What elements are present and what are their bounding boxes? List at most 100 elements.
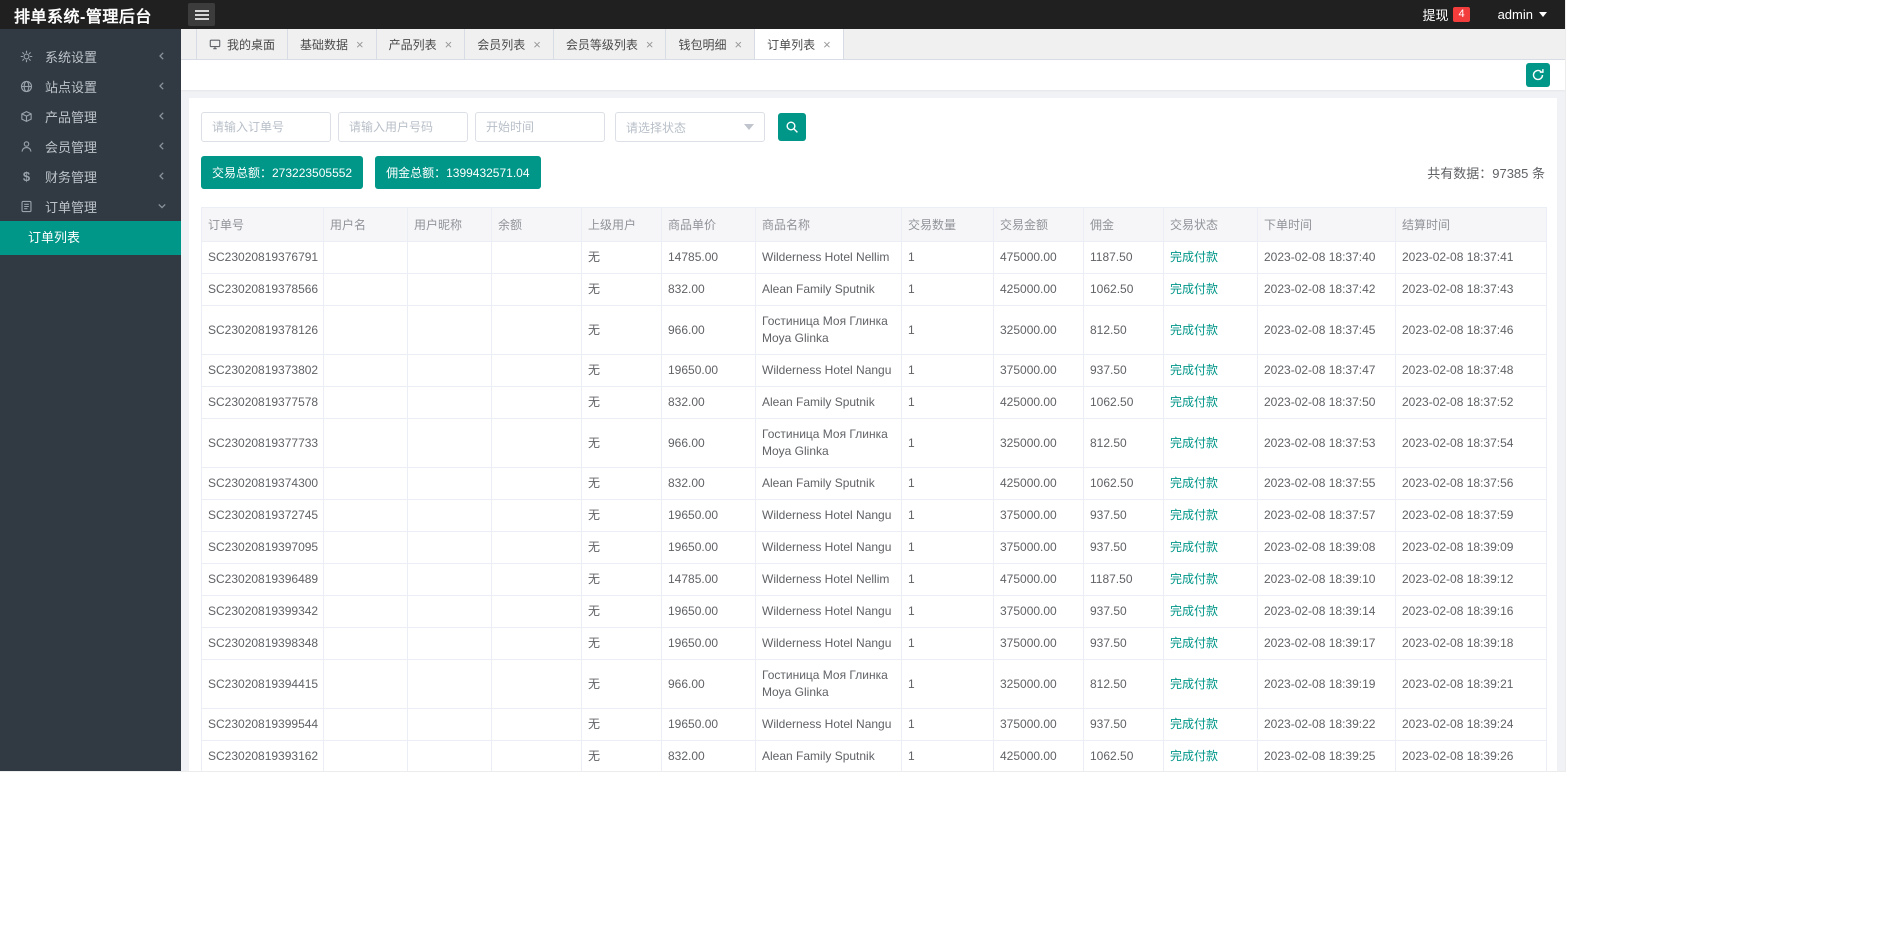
close-icon[interactable]: × — [823, 38, 831, 51]
cell: 无 — [581, 386, 662, 419]
cell: 1062.50 — [1083, 386, 1164, 419]
cell — [491, 418, 582, 468]
cell: 1 — [901, 241, 994, 274]
user-menu[interactable]: admin — [1498, 7, 1547, 22]
sidebar-item[interactable]: 产品管理 — [0, 101, 181, 131]
sidebar-item[interactable]: $ 财务管理 — [0, 161, 181, 191]
menu-toggle-button[interactable] — [188, 3, 215, 26]
status-select[interactable]: 请选择状态 — [615, 112, 765, 142]
cell: 完成付款 — [1163, 241, 1258, 274]
cell — [407, 418, 492, 468]
cell — [323, 659, 408, 709]
close-icon[interactable]: × — [734, 38, 742, 51]
order-number-input[interactable] — [201, 112, 331, 142]
withdraw-link[interactable]: 提现 4 — [1422, 5, 1470, 24]
tab-label: 产品列表 — [388, 37, 437, 52]
search-icon — [785, 120, 799, 134]
user-number-input[interactable] — [338, 112, 468, 142]
cell: Alean Family Sputnik — [755, 467, 902, 500]
refresh-button[interactable] — [1526, 63, 1550, 87]
cell: 2023-02-08 18:39:08 — [1257, 531, 1396, 564]
cell: 无 — [581, 354, 662, 387]
sidebar-subitem[interactable]: 订单列表 — [0, 221, 181, 255]
table-row: SC23020819374300 无 832.00 Alean Family Sput… — [201, 467, 1547, 500]
sidebar-item[interactable]: 订单管理 — [0, 191, 181, 221]
table-row: SC23020819377578 无 832.00 Alean Family Sput… — [201, 386, 1547, 419]
sidebar-item-label: 财务管理 — [45, 169, 98, 185]
sidebar-menu: 系统设置站点设置产品管理 会员管理 $ 财务管理订单管理订单列表 — [0, 41, 181, 255]
search-button[interactable] — [778, 113, 806, 141]
cell — [323, 531, 408, 564]
tab-item[interactable]: 产品列表 × — [377, 29, 466, 59]
cell: 2023-02-08 18:37:42 — [1257, 273, 1396, 306]
cell: SC23020819373802 — [201, 354, 324, 387]
cell: SC23020819378126 — [201, 305, 324, 355]
cell: Wilderness Hotel Nangu — [755, 499, 902, 532]
cell: 1 — [901, 659, 994, 709]
cell: 832.00 — [661, 467, 756, 500]
cell: 2023-02-08 18:39:14 — [1257, 595, 1396, 628]
cell: 完成付款 — [1163, 659, 1258, 709]
cell: 无 — [581, 241, 662, 274]
sidebar-item[interactable]: 会员管理 — [0, 131, 181, 161]
sidebar-item[interactable]: 系统设置 — [0, 41, 181, 71]
table-row: SC23020819394415 无 966.00 Гостиница Моя Гли… — [201, 659, 1547, 709]
cell: 无 — [581, 740, 662, 771]
cell: Wilderness Hotel Nellim — [755, 563, 902, 596]
cell: SC23020819397095 — [201, 531, 324, 564]
cell: 无 — [581, 418, 662, 468]
cell: 2023-02-08 18:37:59 — [1395, 499, 1547, 532]
cell: SC23020819376791 — [201, 241, 324, 274]
cell: 19650.00 — [661, 499, 756, 532]
order-icon — [18, 200, 35, 213]
cell: 2023-02-08 18:37:40 — [1257, 241, 1396, 274]
cell: 19650.00 — [661, 627, 756, 660]
sidebar-item-label: 站点设置 — [45, 79, 98, 95]
cell — [491, 354, 582, 387]
column-header: 结算时间 — [1395, 207, 1547, 242]
cell — [407, 595, 492, 628]
tab-item[interactable]: 会员列表 × — [465, 29, 554, 59]
cell: 2023-02-08 18:37:56 — [1395, 467, 1547, 500]
cell: 19650.00 — [661, 531, 756, 564]
cell — [491, 531, 582, 564]
cell: 完成付款 — [1163, 563, 1258, 596]
cell: 19650.00 — [661, 595, 756, 628]
cell: 937.50 — [1083, 708, 1164, 741]
close-icon[interactable]: × — [356, 38, 364, 51]
home-icon — [209, 38, 221, 50]
table-row: SC23020819399342 无 19650.00 Wilderness Hote… — [201, 595, 1547, 628]
cell — [323, 241, 408, 274]
tab-item[interactable]: 订单列表 × — [755, 29, 844, 59]
cell — [407, 305, 492, 355]
cell: Wilderness Hotel Nangu — [755, 708, 902, 741]
table-row: SC23020819376791 无 14785.00 Wilderness Hote… — [201, 241, 1547, 274]
cell: 2023-02-08 18:39:10 — [1257, 563, 1396, 596]
cell: 832.00 — [661, 386, 756, 419]
tab-label: 订单列表 — [767, 37, 816, 52]
cell: SC23020819396489 — [201, 563, 324, 596]
cell: 1 — [901, 467, 994, 500]
cell: 完成付款 — [1163, 627, 1258, 660]
sidebar-item[interactable]: 站点设置 — [0, 71, 181, 101]
close-icon[interactable]: × — [646, 38, 654, 51]
column-header: 佣金 — [1083, 207, 1164, 242]
start-time-input[interactable] — [475, 112, 605, 142]
tab-item[interactable]: 钱包明细 × — [666, 29, 756, 59]
cell: 14785.00 — [661, 563, 756, 596]
close-icon[interactable]: × — [533, 38, 541, 51]
sidebar-item-label: 订单管理 — [45, 199, 98, 215]
close-icon[interactable]: × — [445, 38, 453, 51]
column-header: 用户名 — [323, 207, 408, 242]
cell: SC23020819372745 — [201, 499, 324, 532]
tab-item[interactable]: 会员等级列表 × — [554, 29, 667, 59]
withdraw-label: 提现 — [1422, 8, 1449, 23]
cell: 完成付款 — [1163, 354, 1258, 387]
tab-item[interactable]: 我的桌面 — [196, 29, 289, 59]
tab-item[interactable]: 基础数据 × — [288, 29, 377, 59]
cell — [407, 563, 492, 596]
cell: 2023-02-08 18:39:26 — [1395, 740, 1547, 771]
table-row: SC23020819378126 无 966.00 Гостиница Моя Гли… — [201, 305, 1547, 355]
cell: 1 — [901, 386, 994, 419]
cell — [407, 740, 492, 771]
